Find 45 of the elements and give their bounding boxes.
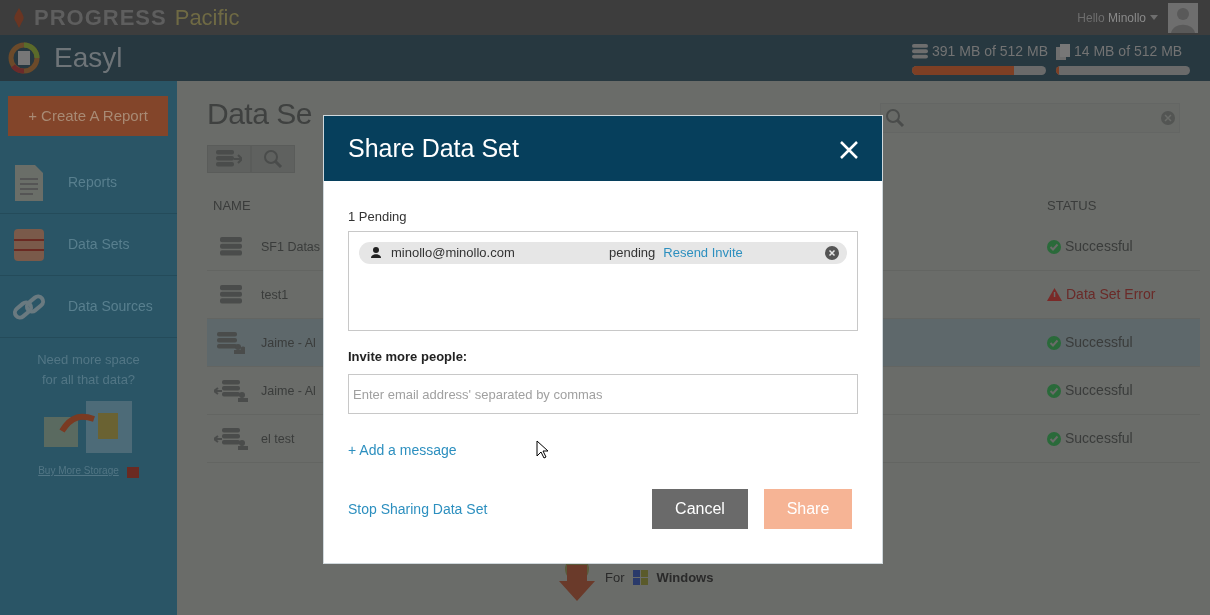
storage-reading: 391 MB of 512 MB [932,42,1048,61]
check-circle-icon [1047,431,1061,446]
create-report-button[interactable]: + Create A Report [8,96,168,136]
dialog-title: Share Data Set [348,132,519,164]
resend-invite-link[interactable]: Resend Invite [663,242,743,263]
invitee-email: minollo@minollo.com [391,243,516,262]
export-tool[interactable] [207,145,251,173]
pending-label: 1 Pending [348,208,408,226]
check-circle-icon [1047,239,1061,254]
check-circle-icon [1047,335,1061,350]
invite-status: pending [609,243,656,262]
search-icon [885,108,905,128]
email-input-field[interactable]: Enter email address' separated by commas [348,374,858,414]
incoming-database-icon [214,427,248,450]
status-text: Data Set Error [1066,285,1156,304]
logo-icon [8,42,40,74]
check-circle-icon [1047,383,1061,398]
close-icon [840,141,858,160]
documents-icon [1056,43,1070,60]
windows-logo-icon [632,570,649,586]
warning-icon [1047,288,1062,301]
avatar-icon [1168,2,1198,33]
invite-label: Invite more people: [348,347,469,366]
remove-icon[interactable] [825,245,839,260]
person-icon [371,247,381,258]
add-message-link[interactable]: + Add a message [348,440,457,461]
database-icon [912,43,929,60]
platform-name: Windows [656,569,714,588]
shared-database-icon [217,331,245,354]
search-tool[interactable] [251,145,295,173]
mouse-cursor-icon [536,440,548,459]
caret-icon [1150,15,1158,20]
incoming-database-icon [214,379,248,402]
link-icon [12,292,46,321]
search-field[interactable] [880,103,1180,133]
stop-sharing-link[interactable]: Stop Sharing Data Set [348,498,488,520]
platform-prefix: For [605,569,625,588]
cancel-button[interactable]: Cancel [652,489,748,529]
database-icon [220,284,242,305]
database-icon [220,236,242,257]
app-name: Easyl [54,41,123,75]
storage-reading: 14 MB of 512 MB [1074,42,1183,61]
document-icon [12,164,46,201]
database-icon [12,228,46,261]
flame-icon [12,7,26,28]
